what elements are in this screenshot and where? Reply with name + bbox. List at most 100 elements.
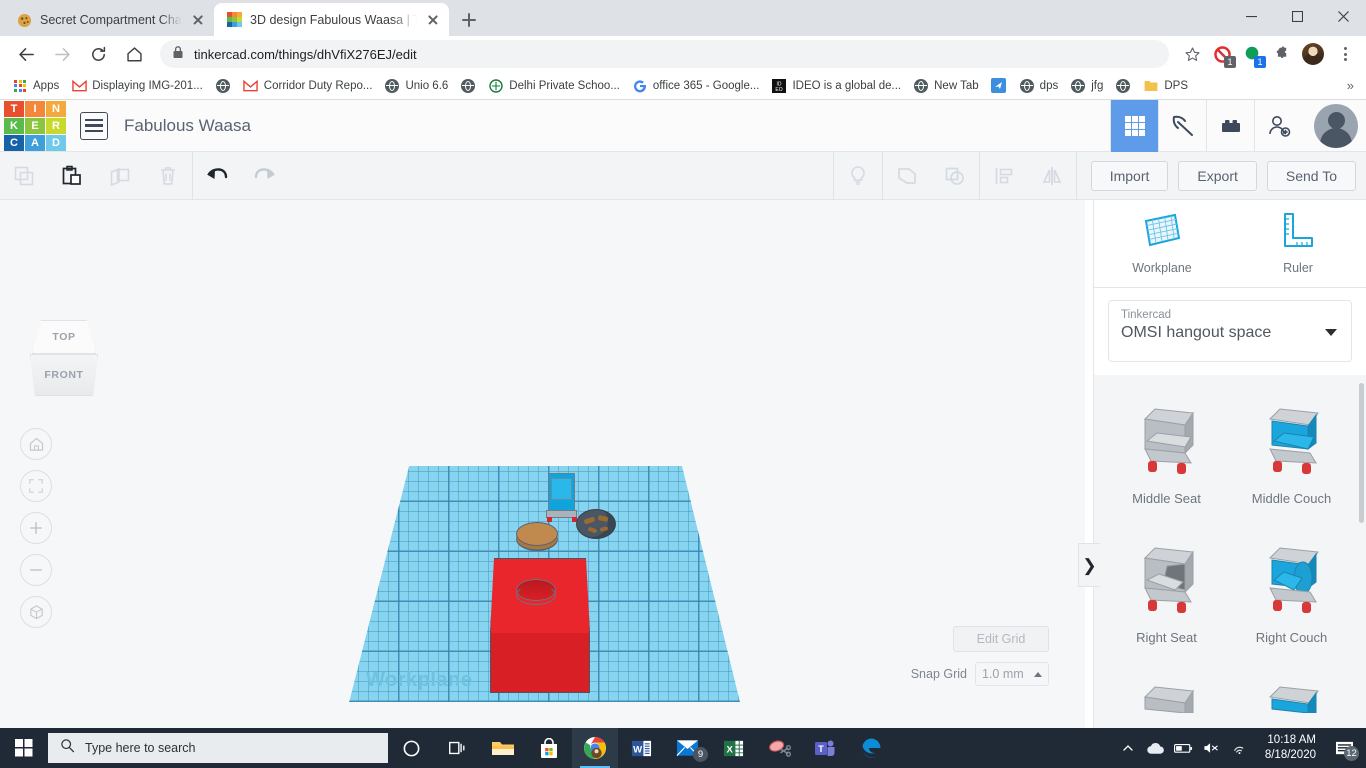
browser-tab-2[interactable]: 3D design Fabulous Waasa | Tink: [214, 3, 449, 36]
word-icon[interactable]: W: [618, 728, 664, 768]
ungroup-icon[interactable]: [931, 152, 979, 200]
undo-icon[interactable]: [193, 152, 241, 200]
new-tab-button[interactable]: [455, 6, 483, 34]
snap-grid-select[interactable]: 1.0 mm: [975, 662, 1049, 686]
view-cube-front[interactable]: FRONT: [30, 354, 98, 396]
paste-icon[interactable]: [48, 152, 96, 200]
pickaxe-icon[interactable]: [1158, 99, 1206, 152]
delete-icon[interactable]: [144, 152, 192, 200]
bookmarks-overflow-button[interactable]: »: [1347, 78, 1360, 93]
bookmark-new-tab[interactable]: New Tab: [907, 76, 985, 96]
mirror-icon[interactable]: [1028, 152, 1076, 200]
search-input[interactable]: Type here to search: [48, 733, 388, 763]
ruler-tool[interactable]: Ruler: [1230, 200, 1366, 287]
tinkercad-logo[interactable]: T I N K E R C A D: [4, 100, 66, 151]
shape-library-select[interactable]: Tinkercad OMSI hangout space: [1108, 300, 1352, 362]
snip-sketch-icon[interactable]: [756, 728, 802, 768]
bookmark-jfg[interactable]: jfg: [1064, 76, 1109, 96]
shape-middle-seat[interactable]: Middle Seat: [1104, 389, 1229, 506]
edit-grid-button[interactable]: Edit Grid: [953, 626, 1049, 652]
3d-canvas[interactable]: TOP FRONT Workplane Edit Grid Snap Grid …: [0, 200, 1085, 728]
panel-collapse-button[interactable]: ❯: [1078, 543, 1100, 587]
bookmark-globe-1[interactable]: [209, 76, 237, 96]
grid-view-icon[interactable]: [1110, 99, 1158, 152]
bookmark-apps[interactable]: Apps: [6, 76, 65, 96]
shape-right-seat[interactable]: Right Seat: [1104, 528, 1229, 645]
shape-partial-2[interactable]: [1229, 667, 1354, 713]
cortana-icon[interactable]: [388, 728, 434, 768]
bookmark-dps[interactable]: dps: [1013, 76, 1065, 96]
onedrive-icon[interactable]: [1143, 728, 1169, 768]
window-close-icon[interactable]: [1320, 0, 1366, 32]
send-to-button[interactable]: Send To: [1266, 160, 1356, 191]
duplicate-icon[interactable]: [96, 152, 144, 200]
perspective-toggle-icon[interactable]: [20, 596, 52, 628]
forward-arrow-icon[interactable]: [47, 39, 77, 69]
puzzle-extensions-icon[interactable]: [1269, 41, 1295, 67]
adblock-extension-icon[interactable]: 1: [1209, 41, 1236, 68]
add-person-icon[interactable]: [1254, 99, 1302, 152]
red-box-front-face[interactable]: [490, 633, 590, 693]
project-list-icon[interactable]: [80, 111, 108, 140]
maximize-icon[interactable]: [1274, 0, 1320, 32]
bookmark-globe-3[interactable]: [1109, 76, 1137, 96]
windows-start-icon[interactable]: [0, 728, 48, 768]
bookmark-corridor-duty[interactable]: Corridor Duty Repo...: [237, 76, 379, 96]
back-arrow-icon[interactable]: [11, 39, 41, 69]
bookmark-displaying-img[interactable]: Displaying IMG-201...: [65, 76, 209, 96]
mail-icon[interactable]: 9: [664, 728, 710, 768]
shape-partial-1[interactable]: [1104, 667, 1229, 713]
tan-cylinder-object[interactable]: [516, 522, 558, 546]
address-bar[interactable]: tinkercad.com/things/dhVfiX276EJ/edit: [160, 40, 1169, 68]
shape-library-grid[interactable]: Middle Seat Middle Couch Right Seat Righ…: [1094, 375, 1366, 768]
messenger-extension-icon[interactable]: 1: [1239, 41, 1266, 68]
volume-muted-icon[interactable]: [1199, 728, 1225, 768]
dark-disc-object[interactable]: [576, 509, 616, 539]
close-icon[interactable]: [190, 12, 206, 28]
chrome-profile-avatar[interactable]: [1302, 43, 1324, 65]
chrome-menu-icon[interactable]: [1332, 41, 1358, 67]
close-icon[interactable]: [425, 12, 441, 28]
zoom-in-icon[interactable]: [20, 512, 52, 544]
bookmark-ideo[interactable]: ID EO IDEO is a global de...: [765, 76, 907, 96]
view-cube-top[interactable]: TOP: [32, 320, 96, 354]
bookmark-office-365[interactable]: office 365 - Google...: [626, 76, 766, 96]
taskbar-clock[interactable]: 10:18 AM 8/18/2020: [1255, 733, 1326, 762]
battery-icon[interactable]: [1171, 728, 1197, 768]
home-view-icon[interactable]: [20, 428, 52, 460]
group-icon[interactable]: [883, 152, 931, 200]
home-icon[interactable]: [119, 39, 149, 69]
lego-brick-icon[interactable]: [1206, 99, 1254, 152]
redo-icon[interactable]: [241, 152, 289, 200]
task-view-icon[interactable]: [434, 728, 480, 768]
notifications-button[interactable]: 12: [1328, 728, 1360, 768]
excel-icon[interactable]: X: [710, 728, 756, 768]
bookmark-delhi-private-school[interactable]: Delhi Private Schoo...: [482, 76, 626, 96]
user-avatar[interactable]: [1314, 103, 1358, 148]
fit-to-view-icon[interactable]: [20, 470, 52, 502]
wifi-icon[interactable]: [1227, 728, 1253, 768]
minimize-icon[interactable]: [1228, 0, 1274, 32]
scene-objects[interactable]: Workplane: [348, 466, 740, 702]
shape-middle-couch[interactable]: Middle Couch: [1229, 389, 1354, 506]
google-chrome-icon[interactable]: [572, 728, 618, 768]
bookmark-folder-dps[interactable]: DPS: [1137, 76, 1194, 96]
blue-seat-object[interactable]: [548, 473, 575, 511]
microsoft-teams-icon[interactable]: T: [802, 728, 848, 768]
align-icon[interactable]: [980, 152, 1028, 200]
bookmark-blue-arrow[interactable]: [985, 76, 1013, 96]
microsoft-store-icon[interactable]: [526, 728, 572, 768]
bookmark-globe-2[interactable]: [454, 76, 482, 96]
shape-right-couch[interactable]: Right Couch: [1229, 528, 1354, 645]
export-button[interactable]: Export: [1178, 160, 1257, 191]
import-button[interactable]: Import: [1090, 160, 1169, 191]
bookmark-unio[interactable]: Unio 6.6: [378, 76, 454, 96]
panel-scrollbar[interactable]: [1359, 383, 1364, 523]
show-hidden-icons-chevron[interactable]: [1115, 728, 1141, 768]
zoom-out-icon[interactable]: [20, 554, 52, 586]
view-cube[interactable]: TOP FRONT: [24, 320, 104, 398]
bookmark-star-icon[interactable]: [1179, 41, 1205, 67]
file-explorer-icon[interactable]: [480, 728, 526, 768]
lightbulb-icon[interactable]: [834, 152, 882, 200]
edge-icon[interactable]: [848, 728, 894, 768]
